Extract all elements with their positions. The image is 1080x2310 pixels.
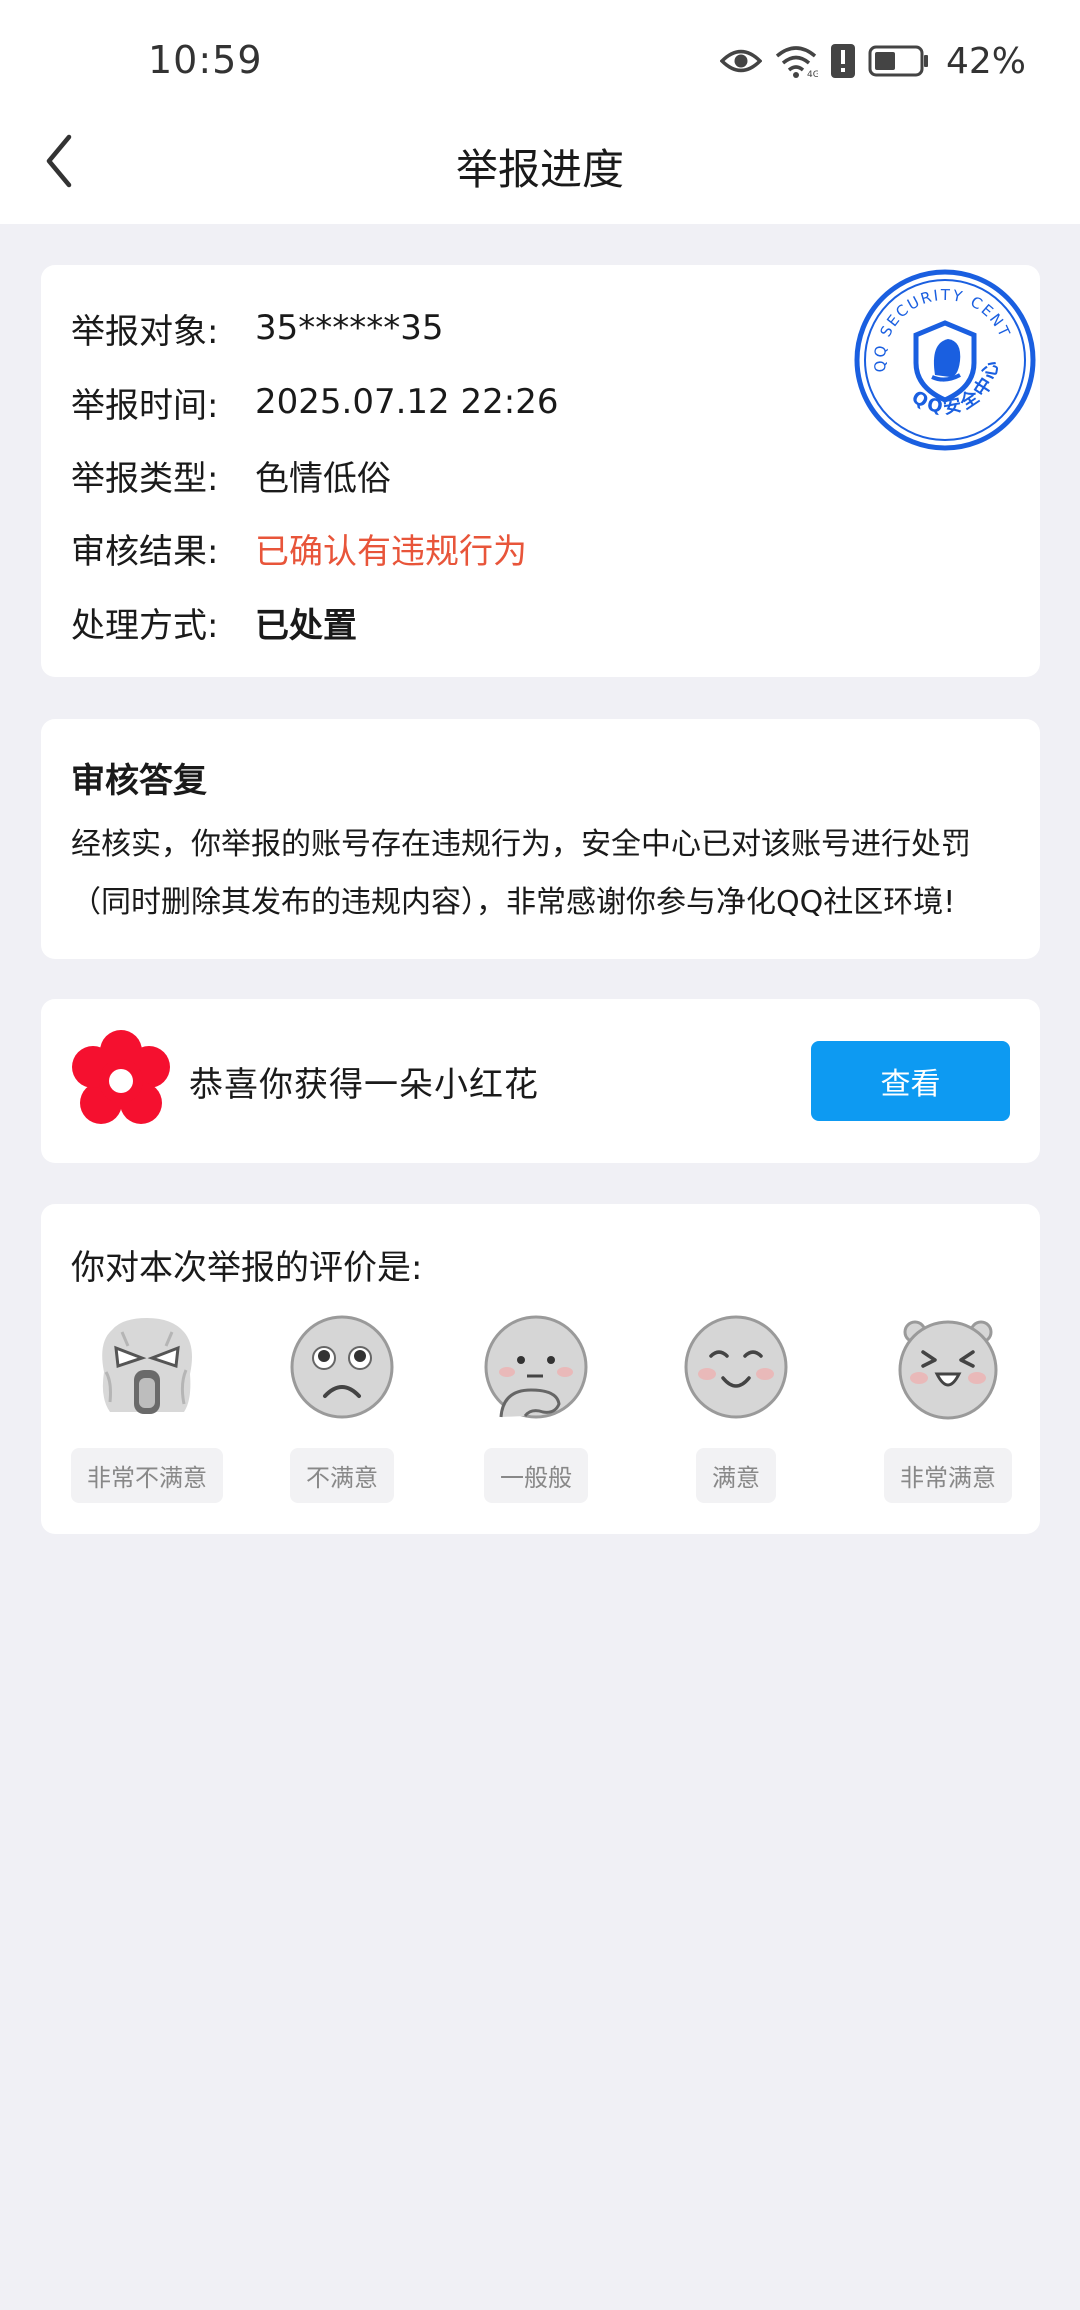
nav-bar: 举报进度 (0, 98, 1080, 224)
info-value: 色情低俗 (255, 458, 391, 499)
rating-option-very-satisfied[interactable]: 非常满意 (883, 1312, 1013, 1503)
rating-label: 非常满意 (884, 1448, 1012, 1503)
reply-title: 审核答复 (71, 761, 207, 801)
info-value: 35******35 (255, 308, 444, 348)
info-label: 举报时间: (71, 385, 219, 426)
alert-icon (830, 43, 856, 79)
reward-text: 恭喜你获得一朵小红花 (189, 1065, 539, 1105)
handling-status: 已处置 (255, 605, 357, 646)
status-bar: 10:59 4G 42% (0, 0, 1080, 98)
info-row-time: 举报时间: 2025.07.12 22:26 (71, 377, 558, 427)
rating-label: 一般般 (484, 1448, 588, 1503)
info-row-result: 审核结果: 已确认有违规行为 (71, 523, 527, 573)
rating-card: 你对本次举报的评价是: 非常不满意 不满意 一般般 满意 非常满意 (41, 1204, 1040, 1534)
thinking-face-icon (484, 1315, 588, 1419)
battery-icon (868, 45, 930, 77)
rating-title: 你对本次举报的评价是: (71, 1248, 423, 1288)
status-icons: 4G 42% (719, 40, 1026, 82)
info-label: 审核结果: (71, 531, 219, 572)
rating-option-unsatisfied[interactable]: 不满意 (287, 1312, 397, 1503)
angry-face-icon (102, 1318, 192, 1414)
wifi-icon: 4G (774, 44, 818, 78)
battery-percent: 42% (945, 40, 1026, 82)
svg-text:4G: 4G (807, 70, 818, 78)
reply-text: 经核实，你举报的账号存在违规行为，安全中心已对该账号进行处罚（同时删除其发布的违… (71, 827, 971, 920)
info-row-type: 举报类型: 色情低俗 (71, 450, 391, 500)
info-label: 处理方式: (71, 605, 219, 646)
laughing-face-icon (898, 1320, 998, 1420)
rating-label: 不满意 (290, 1448, 394, 1503)
reward-card: 恭喜你获得一朵小红花 查看 (41, 999, 1040, 1163)
status-time: 10:59 (148, 38, 263, 82)
sad-face-icon (290, 1315, 394, 1419)
red-flower-icon (72, 1030, 170, 1124)
eye-icon (719, 46, 762, 76)
rating-label: 满意 (696, 1448, 776, 1503)
smile-face-icon (684, 1315, 788, 1419)
info-label: 举报对象: (71, 311, 219, 352)
info-row-handling: 处理方式: 已处置 (71, 597, 357, 647)
info-row-target: 举报对象: 35******35 (71, 303, 444, 353)
security-center-stamp: QQ SECURITY CENTER QQ安全中心 (850, 265, 1036, 451)
info-value: 2025.07.12 22:26 (255, 382, 559, 422)
rating-label: 非常不满意 (71, 1448, 223, 1503)
view-button[interactable]: 查看 (811, 1041, 1010, 1121)
rating-option-very-unsatisfied[interactable]: 非常不满意 (71, 1312, 223, 1503)
report-info-card: 举报对象: 35******35 举报时间: 2025.07.12 22:26 … (41, 265, 1040, 677)
review-result: 已确认有违规行为 (255, 531, 527, 572)
rating-option-neutral[interactable]: 一般般 (481, 1312, 591, 1503)
rating-option-satisfied[interactable]: 满意 (681, 1312, 791, 1503)
page-title: 举报进度 (455, 145, 624, 194)
review-reply-card: 审核答复 经核实，你举报的账号存在违规行为，安全中心已对该账号进行处罚（同时删除… (41, 719, 1040, 959)
info-label: 举报类型: (71, 458, 219, 499)
